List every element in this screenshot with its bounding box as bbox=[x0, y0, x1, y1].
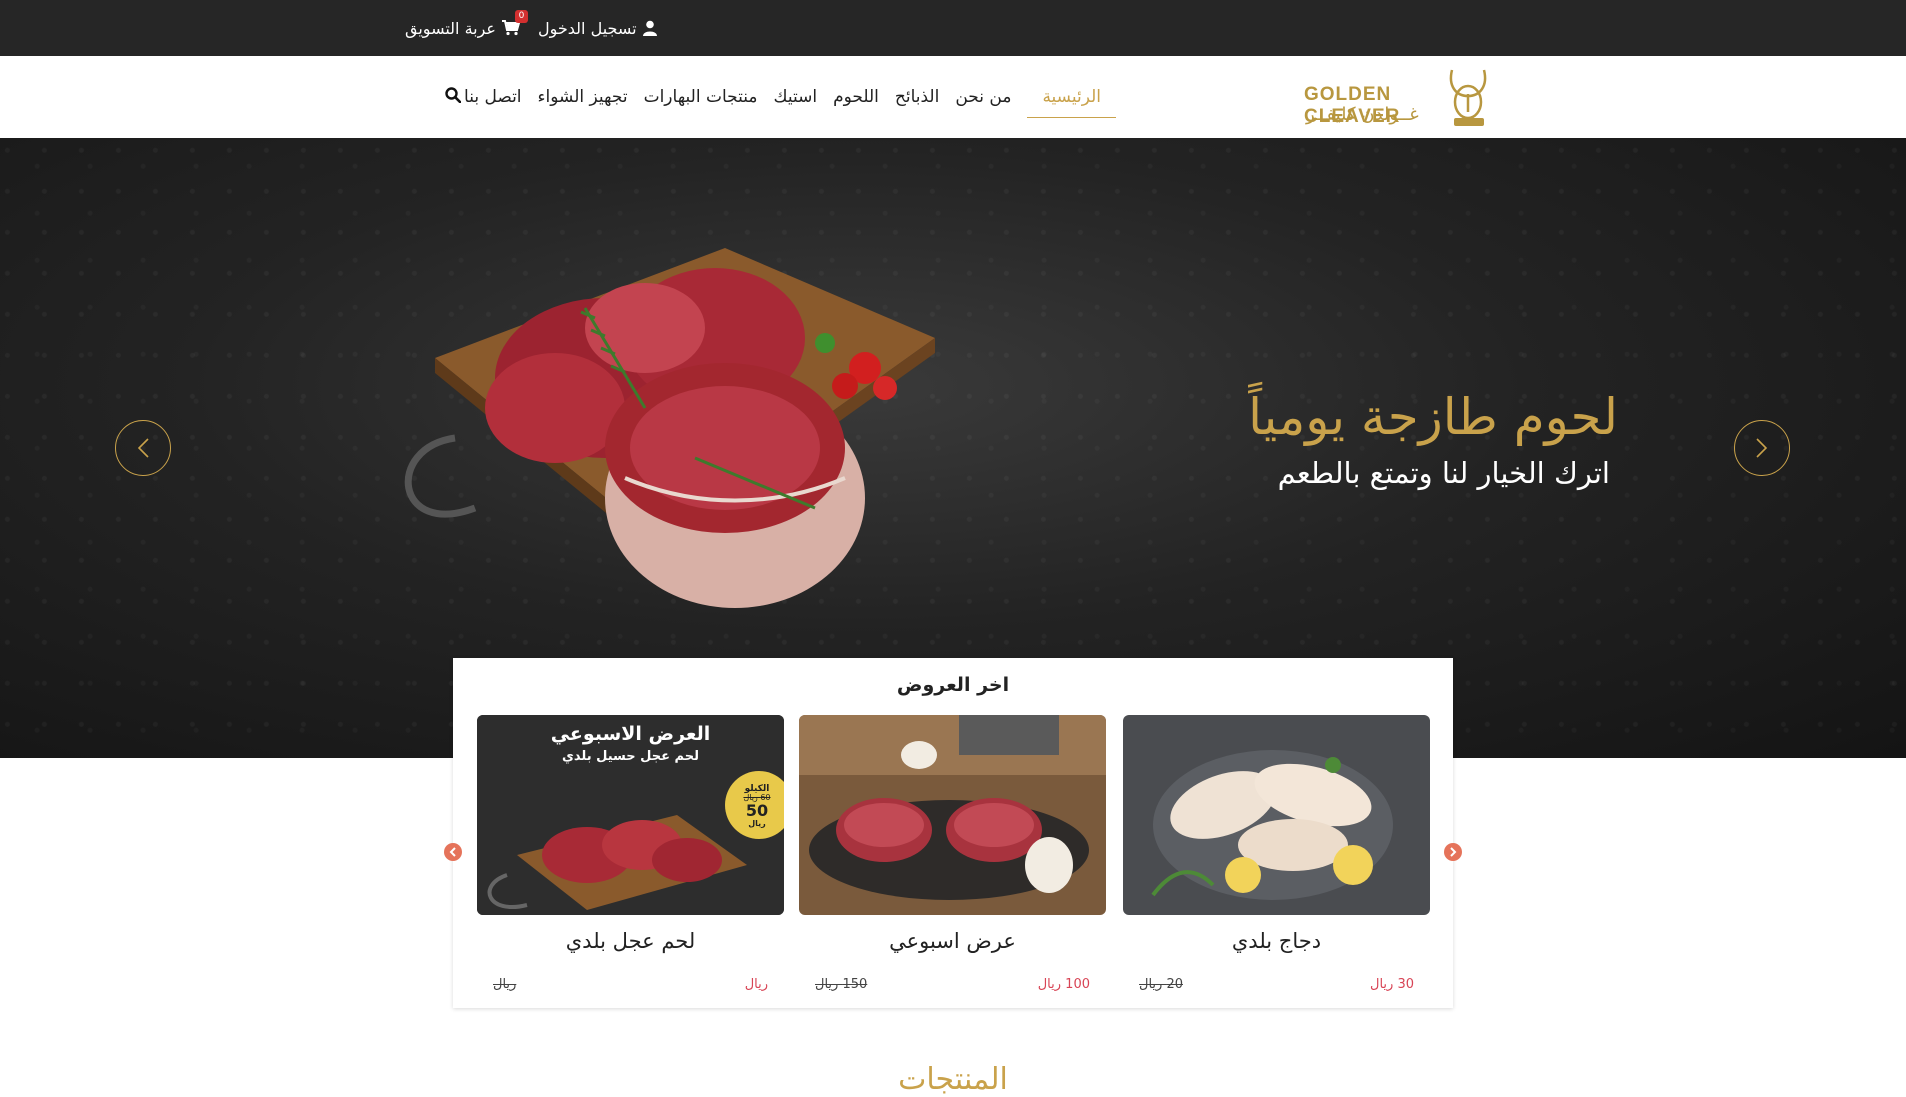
login-link[interactable]: تسجيل الدخول bbox=[538, 19, 657, 38]
cart-icon-wrap: 0 bbox=[501, 10, 528, 36]
top-bar: تسجيل الدخول 0 عربة التسويق bbox=[0, 0, 1906, 56]
offers-next-button[interactable] bbox=[1444, 843, 1462, 861]
chevron-right-icon bbox=[1756, 438, 1768, 458]
hero-prev-button[interactable] bbox=[115, 420, 171, 476]
nav-item-home[interactable]: الرئيسية bbox=[1027, 77, 1116, 118]
offer-name[interactable]: دجاج بلدي bbox=[1123, 929, 1430, 953]
login-label: تسجيل الدخول bbox=[537, 18, 637, 38]
offer-old-price: 150 ريال bbox=[815, 977, 868, 992]
offers-title: اخر العروض bbox=[896, 674, 1010, 696]
offer-card-chicken: دجاج بلدي 30 ريال 20 ريال bbox=[1123, 715, 1430, 1005]
offer-name[interactable]: لحم عجل بلدي bbox=[477, 929, 784, 953]
nav-menu: الرئيسية من نحن الذبائح اللحوم استيك منت… bbox=[456, 56, 1116, 138]
offer-card-veal: العرض الاسبوعي لحم عجل حسيل بلدي الكيلو … bbox=[477, 715, 784, 1005]
offers-prev-button[interactable] bbox=[444, 843, 462, 861]
offer-card-weekly: عرض اسبوعي 100 ريال 150 ريال bbox=[799, 715, 1106, 1005]
offer-price: ريال bbox=[744, 977, 768, 992]
cart-label: عربة التسويق bbox=[405, 18, 496, 38]
chevron-left-icon bbox=[137, 438, 149, 458]
nav-item-bbq[interactable]: تجهيز الشواء bbox=[530, 77, 636, 117]
nav-item-contact[interactable]: اتصل بنا bbox=[456, 77, 530, 117]
top-links: تسجيل الدخول 0 عربة التسويق bbox=[405, 0, 657, 56]
hero-next-button[interactable] bbox=[1734, 420, 1790, 476]
promo-price-badge: الكيلو 60 ريال 50 ريال bbox=[730, 784, 784, 828]
steak-image[interactable] bbox=[799, 715, 1106, 915]
hero-subtitle: اترك الخيار لنا وتمتع بالطعم bbox=[1277, 456, 1610, 490]
offer-price: 30 ريال bbox=[1370, 977, 1414, 992]
promo-subtitle: لحم عجل حسيل بلدي bbox=[562, 749, 699, 764]
chevron-left-icon bbox=[449, 847, 456, 857]
promo-badge-value: 50 bbox=[745, 800, 769, 820]
hero-meat-image bbox=[404, 248, 935, 608]
veal-promo-image[interactable]: العرض الاسبوعي لحم عجل حسيل بلدي الكيلو … bbox=[477, 715, 784, 915]
offer-old-price: ريال bbox=[493, 977, 517, 992]
nav-item-meats[interactable]: اللحوم bbox=[825, 77, 887, 117]
nav-item-spices[interactable]: منتجات البهارات bbox=[636, 77, 766, 117]
offer-price: 100 ريال bbox=[1037, 977, 1090, 992]
nav-item-steak[interactable]: استيك bbox=[766, 77, 826, 117]
logo-text-ar: غــولدن كليفــر bbox=[1306, 104, 1419, 125]
promo-badge-currency: ريال bbox=[748, 818, 766, 828]
nav-item-carcasses[interactable]: الذبائح bbox=[887, 77, 947, 117]
promo-title: العرض الاسبوعي bbox=[550, 723, 711, 745]
offer-old-price: 20 ريال bbox=[1139, 977, 1183, 992]
main-navbar: الرئيسية من نحن الذبائح اللحوم استيك منت… bbox=[0, 56, 1906, 138]
offer-name[interactable]: عرض اسبوعي bbox=[799, 929, 1106, 953]
latest-offers-panel: اخر العروض دجاج بلدي 30 ريال 20 ريال عرض… bbox=[444, 658, 1462, 1008]
chevron-right-icon bbox=[1450, 847, 1457, 857]
nav-item-about[interactable]: من نحن bbox=[947, 77, 1019, 117]
cart-count-badge: 0 bbox=[514, 10, 528, 23]
hero-title: لحوم طازجة يومياً bbox=[1248, 388, 1618, 446]
chicken-image[interactable] bbox=[1123, 715, 1430, 915]
user-icon bbox=[642, 20, 657, 36]
cart-link[interactable]: 0 عربة التسويق bbox=[405, 10, 528, 38]
bull-emblem-icon bbox=[1449, 69, 1487, 126]
site-logo[interactable]: GOLDEN CLEAVER غــولدن كليفــر bbox=[1300, 66, 1492, 130]
